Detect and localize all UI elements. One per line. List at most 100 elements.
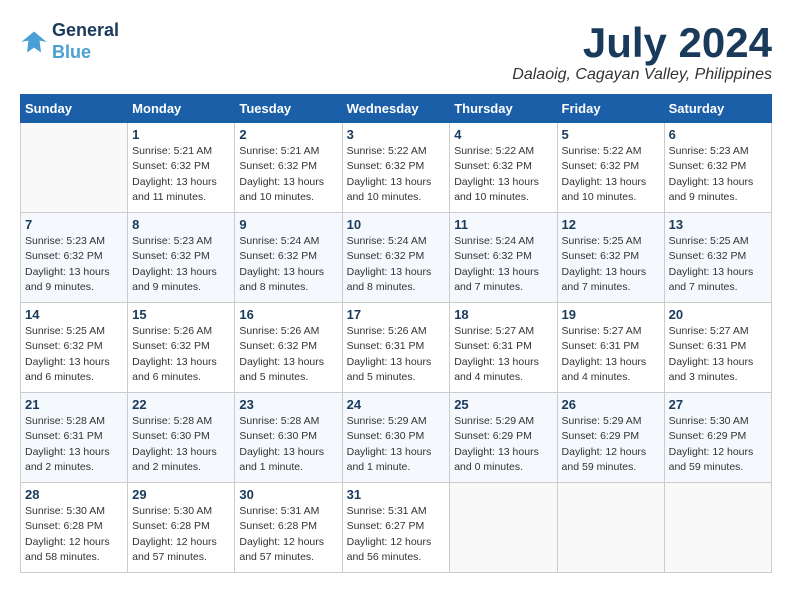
calendar-week-row: 28 Sunrise: 5:30 AMSunset: 6:28 PMDayligh… (21, 483, 772, 573)
day-number: 3 (347, 127, 446, 142)
calendar-week-row: 1 Sunrise: 5:21 AMSunset: 6:32 PMDaylight… (21, 123, 772, 213)
calendar-cell: 17 Sunrise: 5:26 AMSunset: 6:31 PMDayligh… (342, 303, 450, 393)
calendar-cell: 9 Sunrise: 5:24 AMSunset: 6:32 PMDaylight… (235, 213, 342, 303)
calendar-cell (664, 483, 771, 573)
day-number: 16 (239, 307, 337, 322)
day-info: Sunrise: 5:28 AMSunset: 6:30 PMDaylight:… (132, 414, 230, 475)
day-info: Sunrise: 5:24 AMSunset: 6:32 PMDaylight:… (347, 234, 446, 295)
day-number: 4 (454, 127, 552, 142)
calendar-cell: 7 Sunrise: 5:23 AMSunset: 6:32 PMDaylight… (21, 213, 128, 303)
calendar-cell: 23Sunrise: 5:28 AMSunset: 6:30 PMDayligh… (235, 393, 342, 483)
day-info: Sunrise: 5:27 AMSunset: 6:31 PMDaylight:… (454, 324, 552, 385)
day-info: Sunrise: 5:29 AMSunset: 6:29 PMDaylight:… (454, 414, 552, 475)
calendar-cell: 11Sunrise: 5:24 AMSunset: 6:32 PMDayligh… (450, 213, 557, 303)
calendar-week-row: 7 Sunrise: 5:23 AMSunset: 6:32 PMDaylight… (21, 213, 772, 303)
day-number: 25 (454, 397, 552, 412)
day-info: Sunrise: 5:31 AMSunset: 6:28 PMDaylight:… (239, 504, 337, 565)
day-info: Sunrise: 5:23 AMSunset: 6:32 PMDaylight:… (132, 234, 230, 295)
logo: General Blue (20, 20, 119, 63)
calendar-cell: 8 Sunrise: 5:23 AMSunset: 6:32 PMDaylight… (128, 213, 235, 303)
day-info: Sunrise: 5:30 AMSunset: 6:29 PMDaylight:… (669, 414, 767, 475)
month-title: July 2024 (512, 20, 772, 66)
calendar-cell: 10 Sunrise: 5:24 AMSunset: 6:32 PMDayligh… (342, 213, 450, 303)
calendar-cell: 16 Sunrise: 5:26 AMSunset: 6:32 PMDayligh… (235, 303, 342, 393)
calendar-week-row: 14Sunrise: 5:25 AMSunset: 6:32 PMDayligh… (21, 303, 772, 393)
day-info: Sunrise: 5:28 AMSunset: 6:31 PMDaylight:… (25, 414, 123, 475)
weekday-header: Thursday (450, 95, 557, 123)
calendar-cell (21, 123, 128, 213)
day-info: Sunrise: 5:22 AMSunset: 6:32 PMDaylight:… (454, 144, 552, 205)
day-info: Sunrise: 5:30 AMSunset: 6:28 PMDaylight:… (132, 504, 230, 565)
day-number: 6 (669, 127, 767, 142)
weekday-header: Saturday (664, 95, 771, 123)
calendar-cell: 3 Sunrise: 5:22 AMSunset: 6:32 PMDaylight… (342, 123, 450, 213)
day-number: 9 (239, 217, 337, 232)
calendar-cell: 2Sunrise: 5:21 AMSunset: 6:32 PMDaylight… (235, 123, 342, 213)
weekday-header: Monday (128, 95, 235, 123)
day-info: Sunrise: 5:22 AMSunset: 6:32 PMDaylight:… (347, 144, 446, 205)
calendar-week-row: 21Sunrise: 5:28 AMSunset: 6:31 PMDayligh… (21, 393, 772, 483)
calendar-cell (450, 483, 557, 573)
weekday-header: Friday (557, 95, 664, 123)
day-number: 8 (132, 217, 230, 232)
calendar-cell: 13 Sunrise: 5:25 AMSunset: 6:32 PMDayligh… (664, 213, 771, 303)
day-number: 1 (132, 127, 230, 142)
calendar-cell: 14Sunrise: 5:25 AMSunset: 6:32 PMDayligh… (21, 303, 128, 393)
day-info: Sunrise: 5:24 AMSunset: 6:32 PMDaylight:… (454, 234, 552, 295)
weekday-header-row: SundayMondayTuesdayWednesdayThursdayFrid… (21, 95, 772, 123)
logo-icon (20, 28, 48, 56)
weekday-header: Sunday (21, 95, 128, 123)
day-number: 17 (347, 307, 446, 322)
calendar-cell: 19Sunrise: 5:27 AMSunset: 6:31 PMDayligh… (557, 303, 664, 393)
day-number: 2 (239, 127, 337, 142)
day-number: 23 (239, 397, 337, 412)
weekday-header: Wednesday (342, 95, 450, 123)
day-number: 30 (239, 487, 337, 502)
weekday-header: Tuesday (235, 95, 342, 123)
calendar-cell: 6 Sunrise: 5:23 AMSunset: 6:32 PMDaylight… (664, 123, 771, 213)
day-info: Sunrise: 5:29 AMSunset: 6:30 PMDaylight:… (347, 414, 446, 475)
calendar-cell: 24 Sunrise: 5:29 AMSunset: 6:30 PMDayligh… (342, 393, 450, 483)
day-info: Sunrise: 5:25 AMSunset: 6:32 PMDaylight:… (562, 234, 660, 295)
calendar-cell: 1 Sunrise: 5:21 AMSunset: 6:32 PMDaylight… (128, 123, 235, 213)
calendar-cell: 26 Sunrise: 5:29 AMSunset: 6:29 PMDayligh… (557, 393, 664, 483)
day-number: 14 (25, 307, 123, 322)
day-number: 22 (132, 397, 230, 412)
day-number: 19 (562, 307, 660, 322)
day-number: 24 (347, 397, 446, 412)
day-number: 29 (132, 487, 230, 502)
day-number: 7 (25, 217, 123, 232)
day-info: Sunrise: 5:30 AMSunset: 6:28 PMDaylight:… (25, 504, 123, 565)
day-info: Sunrise: 5:22 AMSunset: 6:32 PMDaylight:… (562, 144, 660, 205)
calendar-cell: 20 Sunrise: 5:27 AMSunset: 6:31 PMDayligh… (664, 303, 771, 393)
day-info: Sunrise: 5:29 AMSunset: 6:29 PMDaylight:… (562, 414, 660, 475)
day-info: Sunrise: 5:23 AMSunset: 6:32 PMDaylight:… (669, 144, 767, 205)
day-number: 20 (669, 307, 767, 322)
day-info: Sunrise: 5:24 AMSunset: 6:32 PMDaylight:… (239, 234, 337, 295)
calendar-cell: 29 Sunrise: 5:30 AMSunset: 6:28 PMDayligh… (128, 483, 235, 573)
day-info: Sunrise: 5:27 AMSunset: 6:31 PMDaylight:… (669, 324, 767, 385)
day-number: 26 (562, 397, 660, 412)
day-number: 5 (562, 127, 660, 142)
calendar-cell: 18Sunrise: 5:27 AMSunset: 6:31 PMDayligh… (450, 303, 557, 393)
day-info: Sunrise: 5:21 AMSunset: 6:32 PMDaylight:… (132, 144, 230, 205)
page-header: General Blue July 2024 Dalaoig, Cagayan … (20, 20, 772, 84)
calendar-cell: 25 Sunrise: 5:29 AMSunset: 6:29 PMDayligh… (450, 393, 557, 483)
day-info: Sunrise: 5:23 AMSunset: 6:32 PMDaylight:… (25, 234, 123, 295)
day-number: 13 (669, 217, 767, 232)
calendar-cell: 22 Sunrise: 5:28 AMSunset: 6:30 PMDayligh… (128, 393, 235, 483)
logo-text: General Blue (52, 20, 119, 63)
day-number: 27 (669, 397, 767, 412)
day-number: 10 (347, 217, 446, 232)
day-number: 31 (347, 487, 446, 502)
day-number: 12 (562, 217, 660, 232)
location: Dalaoig, Cagayan Valley, Philippines (512, 66, 772, 84)
day-info: Sunrise: 5:26 AMSunset: 6:31 PMDaylight:… (347, 324, 446, 385)
day-info: Sunrise: 5:26 AMSunset: 6:32 PMDaylight:… (239, 324, 337, 385)
day-number: 15 (132, 307, 230, 322)
day-number: 28 (25, 487, 123, 502)
day-info: Sunrise: 5:25 AMSunset: 6:32 PMDaylight:… (669, 234, 767, 295)
day-info: Sunrise: 5:31 AMSunset: 6:27 PMDaylight:… (347, 504, 446, 565)
calendar-cell: 21Sunrise: 5:28 AMSunset: 6:31 PMDayligh… (21, 393, 128, 483)
calendar-cell: 27 Sunrise: 5:30 AMSunset: 6:29 PMDayligh… (664, 393, 771, 483)
